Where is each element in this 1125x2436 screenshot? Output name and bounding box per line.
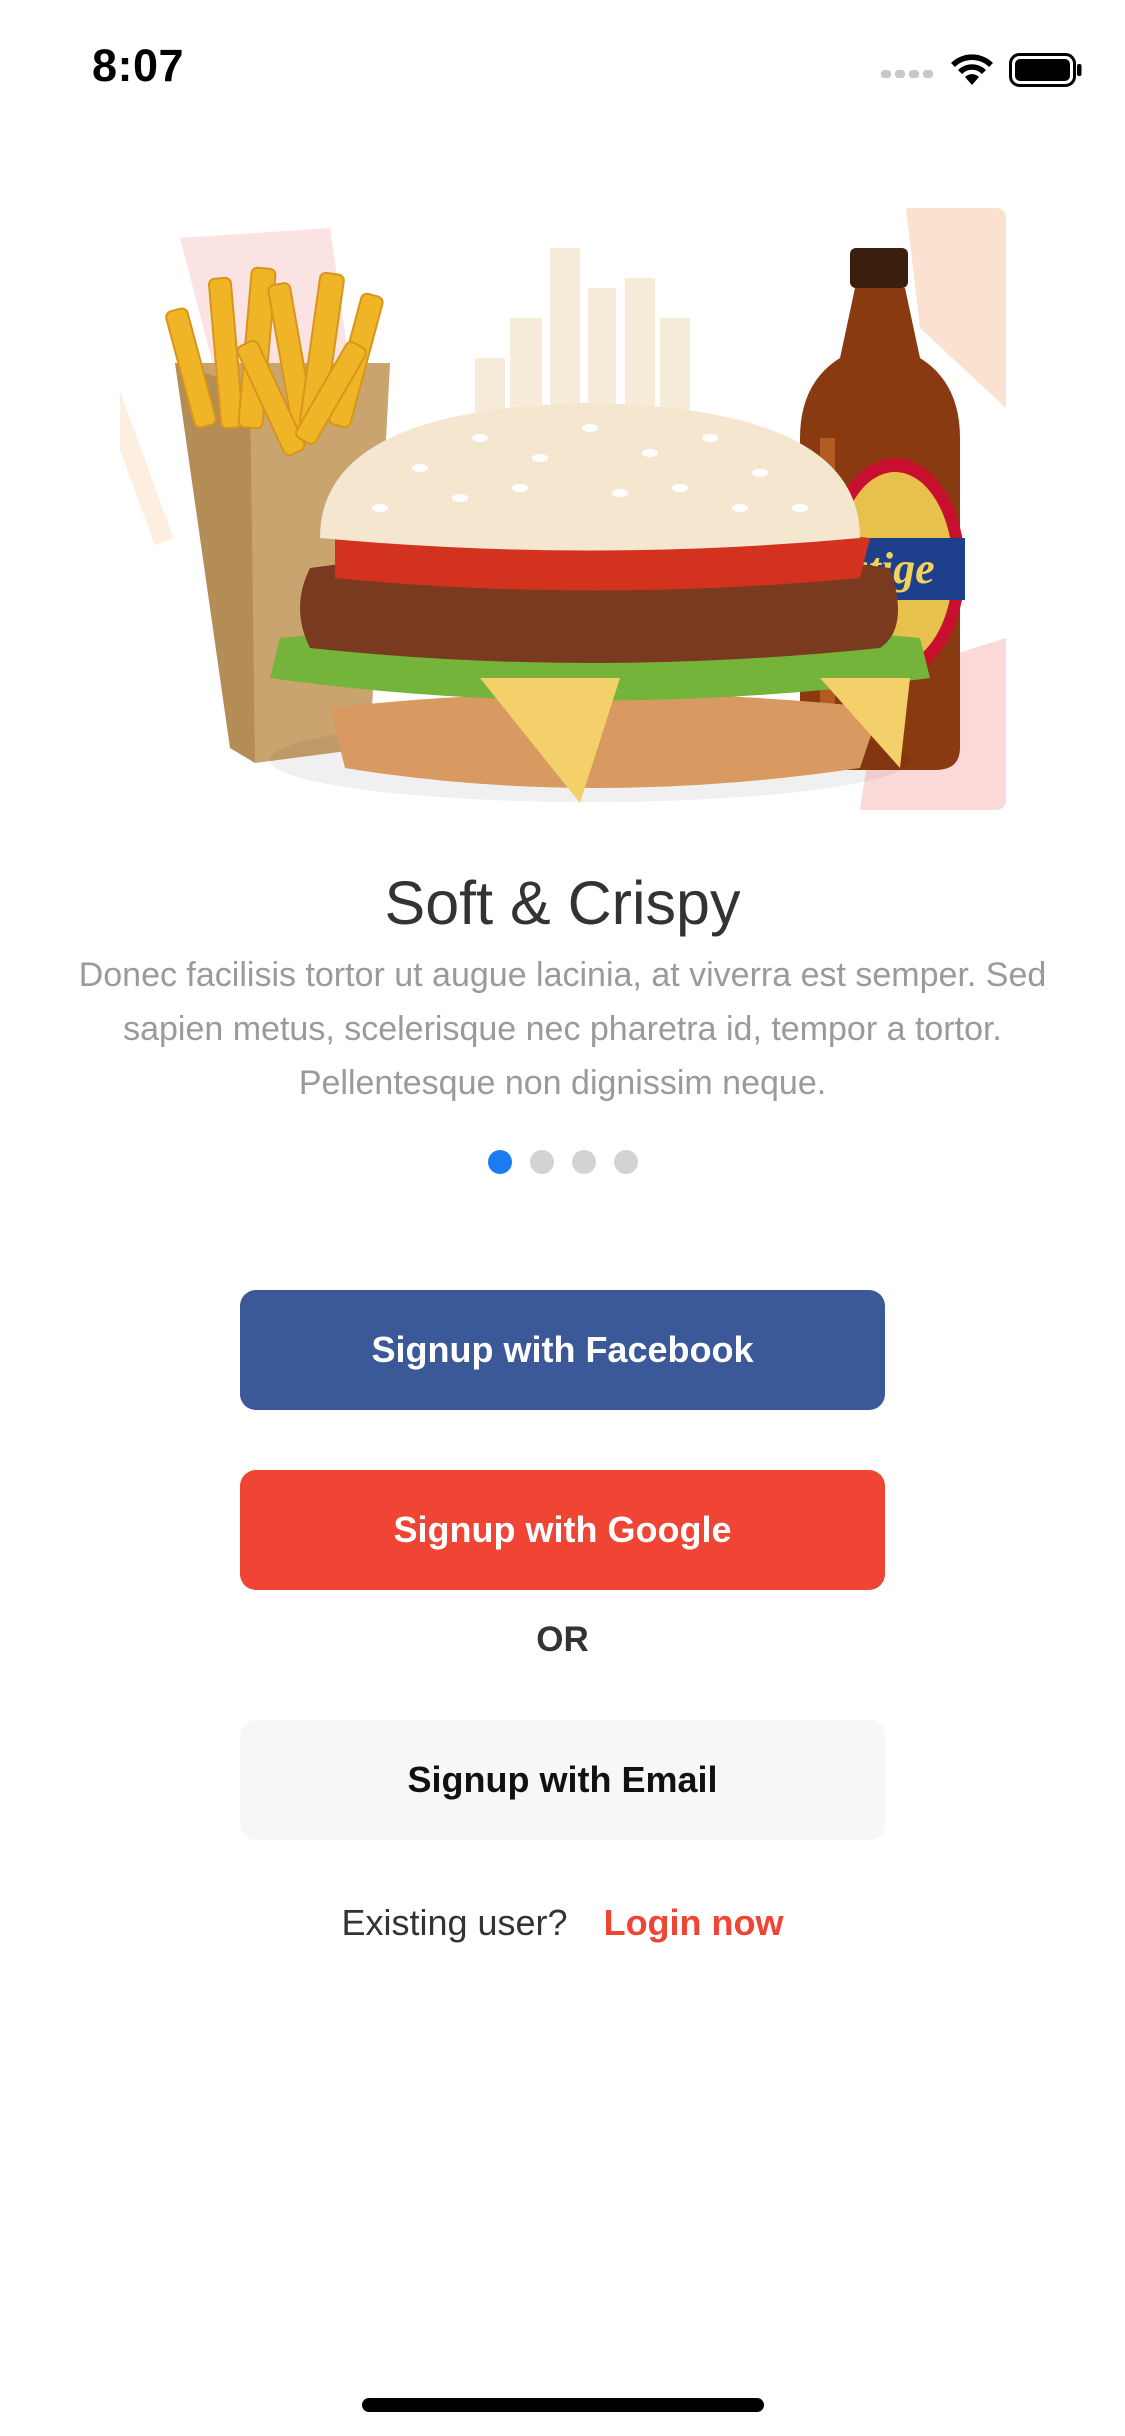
or-divider-label: OR [536, 1620, 589, 1659]
signup-facebook-button[interactable]: Signup with Facebook [240, 1290, 885, 1410]
existing-user-row: Existing user? Login now [0, 1902, 1125, 1944]
signup-email-label: Signup with Email [407, 1759, 718, 1800]
home-indicator[interactable] [362, 2398, 764, 2412]
cellular-signal-icon [881, 70, 933, 78]
page-dot-3[interactable] [571, 1150, 596, 1174]
battery-icon [1009, 53, 1082, 87]
login-now-link[interactable]: Login now [604, 1902, 784, 1943]
hero-food-illustration: estige [120, 208, 1006, 810]
page-indicator [0, 1150, 1125, 1174]
burger-fries-beer-icon: estige [120, 208, 1006, 810]
onboarding-title: Soft & Crispy [384, 869, 741, 937]
page-dot-1[interactable] [487, 1150, 512, 1174]
signup-email-button[interactable]: Signup with Email [240, 1720, 885, 1840]
page-dot-2[interactable] [529, 1150, 554, 1174]
signup-google-button[interactable]: Signup with Google [240, 1470, 885, 1590]
signup-google-label: Signup with Google [393, 1509, 732, 1550]
status-time: 8:07 [92, 40, 185, 91]
existing-user-label: Existing user? [341, 1902, 568, 1943]
wifi-icon [951, 54, 993, 85]
onboarding-description: Donec facilisis tortor ut augue lacinia,… [78, 956, 1047, 1102]
page-dot-4[interactable] [613, 1150, 638, 1174]
status-icons [881, 50, 1083, 90]
status-bar: 8:07 [0, 0, 1125, 132]
signup-facebook-label: Signup with Facebook [371, 1329, 754, 1370]
